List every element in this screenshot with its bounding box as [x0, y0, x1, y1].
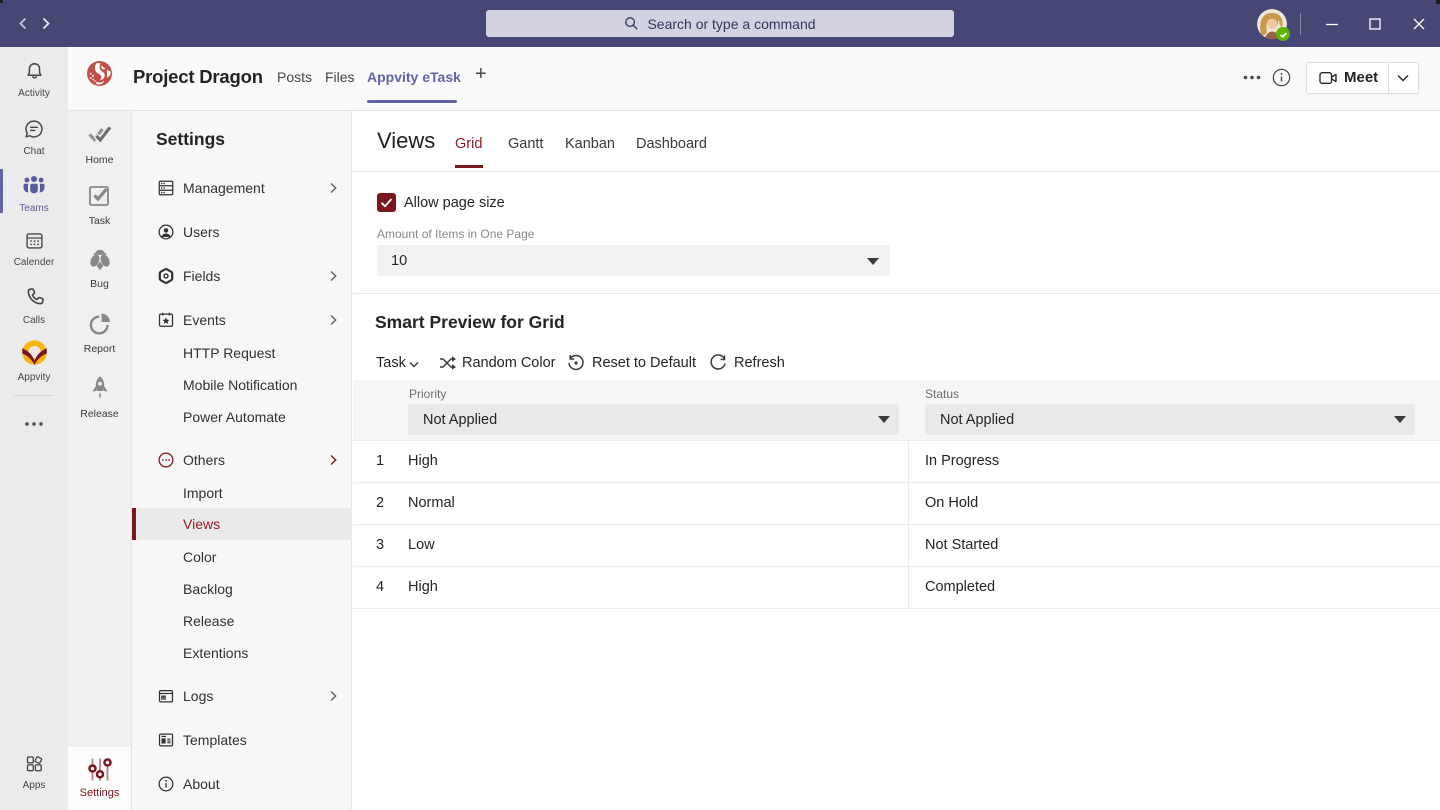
svg-text:LOG: LOG [162, 696, 169, 700]
